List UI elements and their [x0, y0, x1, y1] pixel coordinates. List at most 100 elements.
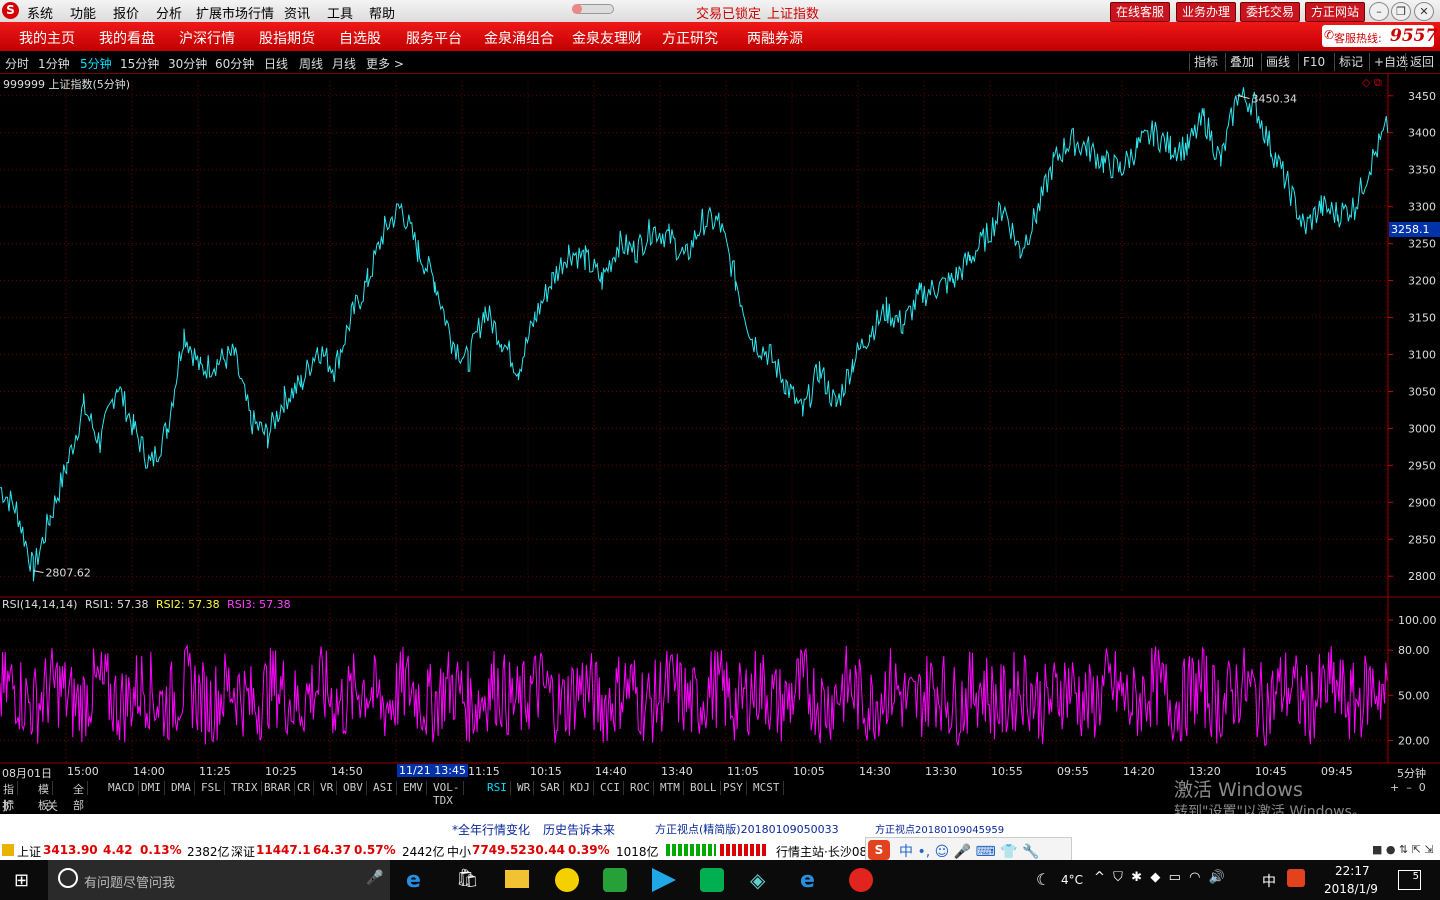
- period-tab[interactable]: 1分钟: [38, 55, 70, 72]
- close-icon[interactable]: ✕: [1414, 2, 1434, 21]
- toolbar-button[interactable]: 指标: [1189, 53, 1222, 71]
- indicator-tab[interactable]: ASI: [370, 781, 397, 795]
- nav-item[interactable]: 自选股: [339, 28, 381, 48]
- indicator-tab[interactable]: EMV: [400, 781, 427, 795]
- indicator-tab[interactable]: PSY: [720, 781, 747, 795]
- nav-item[interactable]: 两融券源: [747, 28, 803, 48]
- chart-area[interactable]: 2800 2850 2900 2950 3000 3050 3100 3150 3200 3250…: [0, 73, 1440, 773]
- menu-item[interactable]: 工具: [327, 3, 353, 22]
- period-tab[interactable]: 更多 >: [366, 55, 404, 72]
- video-player-icon[interactable]: [652, 868, 676, 892]
- period-tab[interactable]: 30分钟: [168, 55, 207, 72]
- microphone-icon[interactable]: 🎤: [366, 870, 383, 886]
- toolbar-button[interactable]: 叠加: [1225, 53, 1258, 71]
- period-tab[interactable]: 5分钟: [80, 55, 112, 72]
- notification-center-icon[interactable]: 5: [1398, 870, 1421, 890]
- indicator-tab[interactable]: 模板: [35, 781, 53, 812]
- minimize-icon[interactable]: –: [1369, 2, 1389, 21]
- indicator-tab[interactable]: CCI: [597, 781, 624, 795]
- indicator-tab[interactable]: MACD: [105, 781, 139, 795]
- nav-item[interactable]: 沪深行情: [179, 28, 235, 48]
- nav-item[interactable]: 股指期货: [259, 28, 315, 48]
- zoom-controls[interactable]: + – 0: [1390, 781, 1426, 794]
- cortana-search-box[interactable]: 有问题尽管问我 🎤: [48, 860, 390, 900]
- toolbar-button[interactable]: 返回: [1405, 53, 1438, 71]
- weather-moon-icon[interactable]: ☾: [1036, 870, 1050, 889]
- sogou-icon[interactable]: S: [868, 840, 890, 860]
- restore-icon[interactable]: ❐: [1391, 2, 1411, 21]
- clock-date[interactable]: 2018/1/9: [1324, 882, 1378, 896]
- sogou-tray-icon[interactable]: [1287, 869, 1305, 887]
- ime-toolbar-icons[interactable]: 中 •, ☺ 🎤 ⌨ 👕 🔧: [899, 841, 1040, 861]
- founder-trading-app-icon[interactable]: [849, 868, 873, 892]
- title-button[interactable]: 在线客服: [1110, 2, 1171, 22]
- indicator-tab[interactable]: MTM: [657, 781, 684, 795]
- title-button[interactable]: 委托交易: [1240, 2, 1301, 22]
- indicator-tab[interactable]: WR: [514, 781, 535, 795]
- indicator-tab[interactable]: SAR: [537, 781, 564, 795]
- nav-item[interactable]: 金泉友理财: [572, 28, 642, 48]
- status-tray-icons[interactable]: ■ ● ⇅ ⇱ ⇲: [1372, 843, 1434, 856]
- menu-item[interactable]: 分析: [156, 3, 182, 22]
- news-item[interactable]: *全年行情变化: [452, 821, 530, 838]
- indicator-tab[interactable]: TRIX: [228, 781, 262, 795]
- clock-time[interactable]: 22:17: [1335, 864, 1370, 878]
- indicator-tab[interactable]: RSI: [484, 781, 511, 795]
- trade-lock-status[interactable]: 交易已锁定: [696, 3, 761, 22]
- period-tab[interactable]: 15分钟: [120, 55, 159, 72]
- menu-item[interactable]: 功能: [70, 3, 96, 22]
- news-item[interactable]: 历史告诉未来: [543, 821, 615, 838]
- period-tab[interactable]: 月线: [332, 55, 356, 72]
- nav-item[interactable]: 金泉涌组合: [484, 28, 554, 48]
- title-button[interactable]: 方正网站: [1305, 2, 1366, 22]
- wechat-icon[interactable]: [603, 868, 627, 892]
- indicator-tab[interactable]: VOL-TDX: [430, 781, 464, 807]
- toolbar-button[interactable]: 画线: [1261, 53, 1294, 71]
- nav-item[interactable]: 方正研究: [662, 28, 718, 48]
- toolbar-button[interactable]: F10: [1298, 53, 1329, 71]
- indicator-tab[interactable]: BRAR: [261, 781, 295, 795]
- indicator-tab[interactable]: 指标: [0, 781, 18, 812]
- menu-item[interactable]: 资讯: [284, 3, 310, 22]
- tray-icons[interactable]: ^ ⛉ ✱ ◆ ▭ ◠ 🔊: [1094, 870, 1225, 885]
- store-icon[interactable]: 🛍: [456, 868, 482, 892]
- iqiyi-icon[interactable]: [700, 868, 724, 892]
- period-tab[interactable]: 60分钟: [215, 55, 254, 72]
- nav-item[interactable]: 服务平台: [406, 28, 462, 48]
- app-icon[interactable]: [555, 868, 579, 892]
- indicator-tab[interactable]: KDJ: [567, 781, 594, 795]
- ie-browser-icon[interactable]: e: [800, 868, 826, 893]
- indicator-tab[interactable]: CR: [294, 781, 315, 795]
- toolbar-button[interactable]: 标记: [1334, 53, 1367, 71]
- period-tab[interactable]: 分时: [5, 55, 29, 72]
- search-slider-handle[interactable]: [572, 4, 582, 14]
- indicator-tab[interactable]: MCST: [750, 781, 784, 795]
- app-icon[interactable]: ◈: [750, 868, 765, 892]
- indicator-tab[interactable]: ROC: [627, 781, 654, 795]
- indicator-tab[interactable]: DMA: [168, 781, 195, 795]
- indicator-tab[interactable]: VR: [317, 781, 338, 795]
- nav-item[interactable]: 我的看盘: [99, 28, 155, 48]
- price-y-tick-label: 3100: [1408, 348, 1436, 361]
- title-button[interactable]: 业务办理: [1176, 2, 1237, 22]
- period-tab[interactable]: 周线: [299, 55, 323, 72]
- nav-item[interactable]: 我的主页: [19, 28, 75, 48]
- windows-start-icon[interactable]: ⊞: [14, 870, 29, 891]
- news-item[interactable]: 方正视点(精简版)20180109050033: [655, 821, 839, 837]
- indicator-tab[interactable]: FSL: [198, 781, 225, 795]
- menu-item[interactable]: 系统: [27, 3, 53, 22]
- menu-item[interactable]: 帮助: [369, 3, 395, 22]
- indicator-tab[interactable]: OBV: [340, 781, 367, 795]
- indicator-tab[interactable]: DMI: [138, 781, 165, 795]
- menu-item[interactable]: 扩展市场行情: [196, 3, 274, 22]
- news-item[interactable]: 方正视点20180109045959: [875, 821, 1004, 836]
- indicator-tab[interactable]: 全部: [70, 781, 88, 812]
- ime-indicator[interactable]: 中: [1262, 871, 1276, 891]
- file-explorer-icon[interactable]: [505, 870, 529, 888]
- station-label[interactable]: 行情主站·长沙08: [776, 843, 867, 860]
- menu-item[interactable]: 报价: [113, 3, 139, 22]
- period-tab[interactable]: 日线: [264, 55, 288, 72]
- indicator-tab[interactable]: BOLL: [687, 781, 721, 795]
- edge-browser-icon[interactable]: e: [406, 868, 432, 893]
- chart-settings-icon[interactable]: ◇ ⧉: [1362, 76, 1382, 90]
